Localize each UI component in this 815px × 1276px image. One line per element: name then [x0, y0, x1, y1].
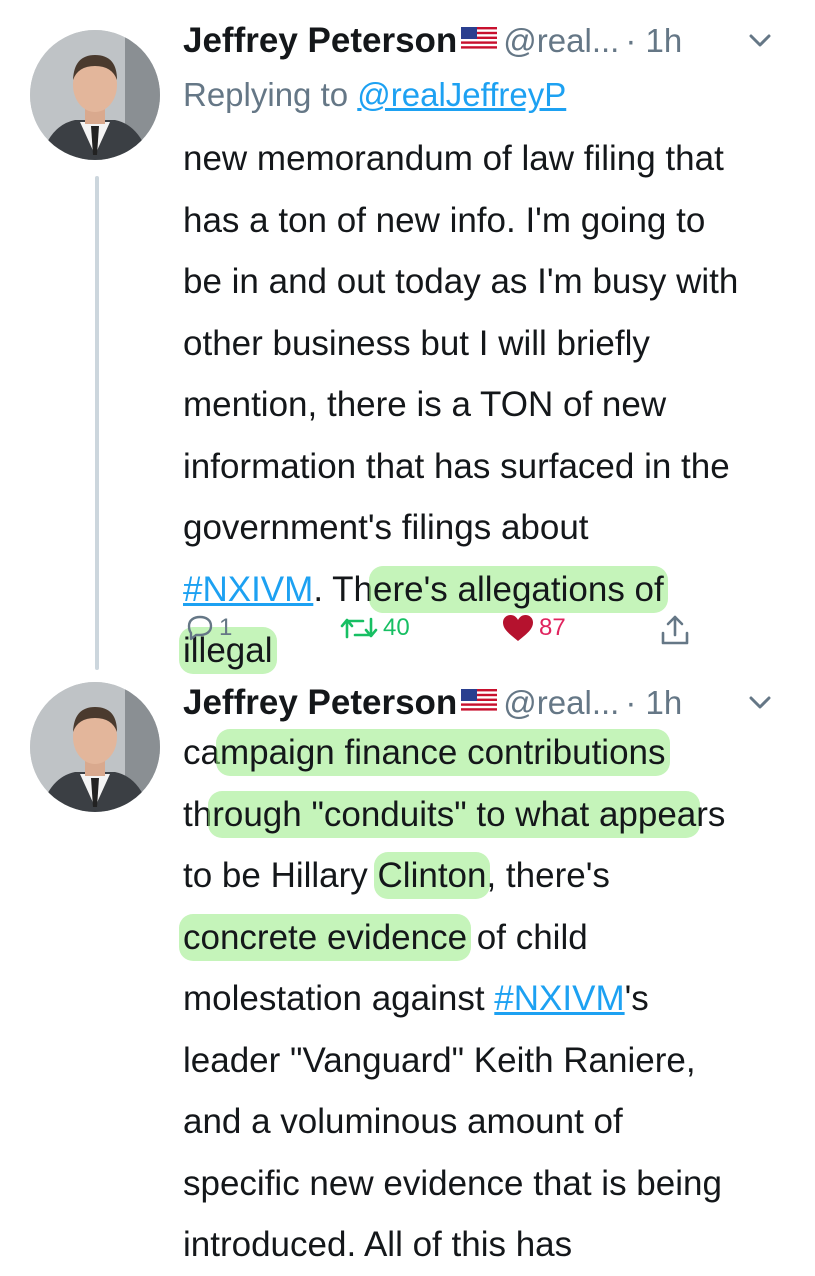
us-flag-icon [461, 26, 498, 56]
tweet-actions: 1 40 87 [183, 613, 723, 653]
chevron-down-icon[interactable] [745, 688, 775, 718]
tweet-header: Jeffrey Peterson @real... · 1h [183, 16, 775, 66]
text-segment: , there's [486, 856, 610, 895]
text-segment: rs [696, 794, 726, 834]
text-segment: . Th [313, 569, 373, 609]
text-line: has a ton of new info. I'm going to [183, 200, 706, 240]
tweet-2[interactable]: Jeffrey Peterson @real... · 1h campaign … [0, 670, 815, 1264]
share-button[interactable] [659, 613, 691, 647]
reply-button[interactable]: 1 [185, 613, 232, 643]
tweet-text: campaign finance contributions through "… [179, 722, 793, 1276]
text-segment: ca [183, 733, 220, 772]
highlighted-text: concrete evidence [179, 913, 472, 961]
text-segment: 's [624, 979, 649, 1018]
text-line: campaign finance contributions [183, 722, 793, 784]
retweet-button[interactable]: 40 [339, 613, 410, 643]
text-line: and a voluminous amount of [183, 1102, 623, 1141]
timestamp[interactable]: · 1h [625, 684, 682, 722]
text-line: other business but I will briefly [183, 323, 650, 363]
text-segment: to be Hillary [183, 856, 378, 895]
tweet-header: Jeffrey Peterson @real... · 1h [183, 678, 775, 728]
text-line: government's filings about [183, 508, 589, 547]
text-line: be in and out today as I'm busy with [183, 262, 739, 301]
author-name[interactable]: Jeffrey Peterson [183, 21, 457, 61]
text-line: introduced. All of this has [183, 1225, 573, 1264]
like-button[interactable]: 87 [501, 613, 566, 643]
highlighted-text: ere's allegations of [368, 565, 668, 613]
highlighted-text: mpaign finance contributions [215, 729, 670, 776]
highlighted-text: rough "conduits" to what appea [208, 790, 701, 838]
replying-to: Replying to @realJeffreyP [183, 76, 566, 114]
avatar[interactable] [30, 682, 160, 812]
retweet-icon [340, 617, 378, 639]
text-line: #NXIVM. There's allegations of [183, 559, 793, 621]
author-name[interactable]: Jeffrey Peterson [183, 683, 457, 723]
replying-label: Replying to [183, 76, 358, 113]
replying-handle-link[interactable]: @realJeffreyP [357, 76, 566, 113]
author-handle[interactable]: @real... [503, 22, 619, 60]
text-line: mention, there is a TON of new [183, 385, 667, 424]
text-line: information that has surfaced in the [183, 446, 730, 486]
text-line: through "conduits" to what appears [183, 784, 793, 846]
text-segment: of child [467, 917, 588, 957]
reply-icon [187, 615, 213, 641]
text-line: concrete evidence of child [179, 907, 793, 969]
avatar-photo-icon [30, 30, 160, 160]
heart-icon [503, 615, 533, 641]
avatar[interactable] [30, 30, 160, 160]
share-icon [661, 615, 689, 645]
us-flag-icon [461, 688, 498, 718]
reply-count: 1 [219, 614, 233, 641]
tweet-1[interactable]: Jeffrey Peterson @real... · 1h Replying … [0, 0, 815, 674]
text-line: to be Hillary Clinton, there's [183, 845, 793, 907]
author-handle[interactable]: @real... [503, 684, 619, 722]
like-count: 87 [539, 614, 566, 641]
text-line: specific new evidence that is being [183, 1163, 722, 1203]
retweet-count: 40 [383, 614, 410, 641]
hashtag-link[interactable]: #NXIVM [494, 979, 624, 1018]
text-line: new memorandum of law filing that [183, 139, 724, 178]
thread-line [95, 176, 99, 670]
timestamp[interactable]: · 1h [625, 22, 682, 60]
avatar-photo-icon [30, 682, 160, 812]
text-line: molestation against #NXIVM's [183, 968, 793, 1030]
text-segment: molestation against [183, 979, 495, 1018]
text-line: leader "Vanguard" Keith Raniere, [183, 1040, 696, 1080]
tweet-text: new memorandum of law filing that has a … [179, 128, 793, 682]
highlighted-text: Clinton [373, 852, 491, 899]
hashtag-link[interactable]: #NXIVM [183, 570, 313, 609]
chevron-down-icon[interactable] [745, 26, 775, 56]
